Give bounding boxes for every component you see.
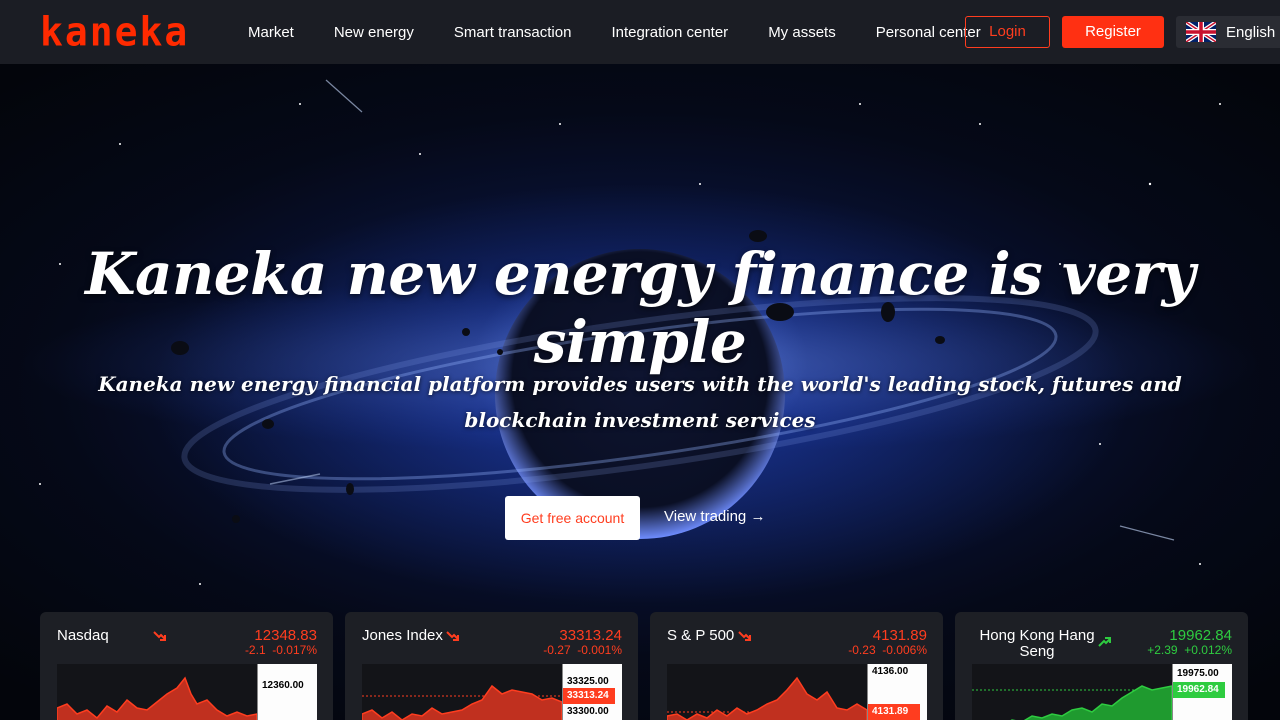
market-card-hang-seng[interactable]: Hong Kong Hang Seng 19962.84 +2.39 +0.01… (955, 612, 1248, 720)
market-price: 12348.83 (254, 627, 317, 644)
market-name: S & P 500 (667, 627, 735, 644)
nav-new-energy[interactable]: New energy (334, 24, 414, 41)
mini-chart: 12360.00 (57, 664, 317, 720)
market-change: +2.39 +0.012% (1147, 643, 1232, 657)
language-selector[interactable]: English (1176, 16, 1280, 48)
price-axis: 12360.00 (257, 664, 317, 720)
uk-flag-icon (1186, 22, 1216, 42)
market-name: Jones Index (362, 627, 443, 644)
kaneka-logo[interactable]: kaneka (40, 11, 189, 53)
market-change: -2.1 -0.017% (244, 643, 317, 657)
mini-chart: 4136.00 4131.89 (667, 664, 927, 720)
view-trading-link[interactable]: View trading → (664, 508, 765, 525)
nav-integration-center[interactable]: Integration center (611, 24, 728, 41)
language-label: English (1226, 23, 1276, 41)
trend-down-icon (446, 631, 459, 641)
trend-down-icon (153, 631, 166, 641)
market-change: -0.27 -0.001% (543, 643, 622, 657)
hero-subtitle: Kaneka new energy financial platform pro… (98, 372, 1182, 432)
page: Kaneka new energy finance is very simple… (0, 0, 1280, 720)
price-axis: 4136.00 4131.89 (867, 664, 927, 720)
top-navbar: kaneka Market New energy Smart transacti… (0, 0, 1280, 64)
trend-down-icon (738, 631, 751, 641)
market-price: 19962.84 (1169, 627, 1232, 644)
market-name: Nasdaq (57, 627, 109, 644)
market-card-nasdaq[interactable]: Nasdaq 12348.83 -2.1 -0.017% 12360.00 (40, 612, 333, 720)
mini-chart: 33325.00 33313.24 33300.00 (362, 664, 622, 720)
hero-title: Kaneka new energy finance is very simple (85, 240, 1195, 376)
market-name: Hong Kong Hang Seng (979, 627, 1095, 660)
market-change: -0.23 -0.006% (848, 643, 927, 657)
nav-my-assets[interactable]: My assets (768, 24, 836, 41)
price-axis: 19975.00 19962.84 (1172, 664, 1232, 720)
get-free-account-button[interactable]: Get free account (505, 496, 640, 540)
nav-market[interactable]: Market (248, 24, 294, 41)
market-price: 33313.24 (559, 627, 622, 644)
main-nav: Market New energy Smart transaction Inte… (248, 0, 1021, 64)
price-axis: 33325.00 33313.24 33300.00 (562, 664, 622, 720)
login-button[interactable]: Login (965, 16, 1050, 48)
market-card-jones-index[interactable]: Jones Index 33313.24 -0.27 -0.001% 33325… (345, 612, 638, 720)
market-card-sp-500[interactable]: S & P 500 4131.89 -0.23 -0.006% 4136.00 … (650, 612, 943, 720)
register-button[interactable]: Register (1062, 16, 1164, 48)
nav-smart-transaction[interactable]: Smart transaction (454, 24, 572, 41)
mini-chart: 19975.00 19962.84 (972, 664, 1232, 720)
market-price: 4131.89 (872, 627, 927, 644)
trend-up-icon (1098, 637, 1111, 647)
